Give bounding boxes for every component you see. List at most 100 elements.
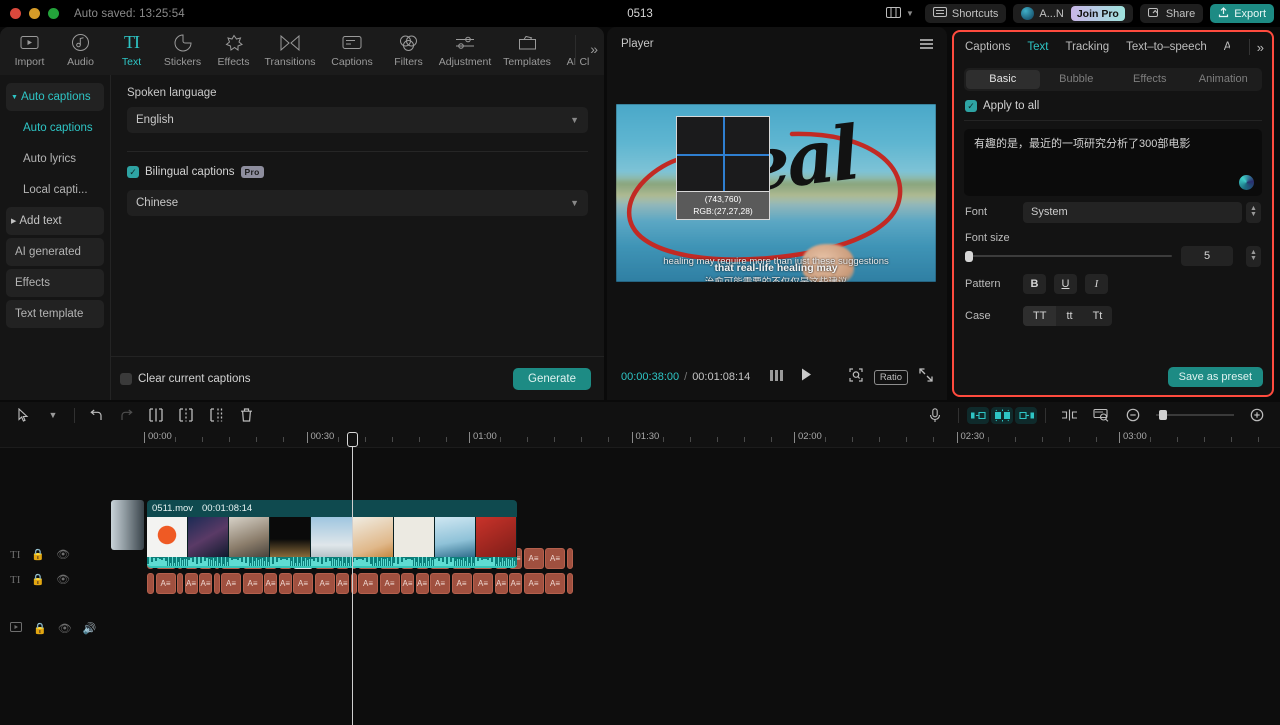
lock-icon[interactable]: 🔒 [31,573,45,586]
snapshot-icon[interactable] [849,368,863,387]
window-controls[interactable]: Auto saved: 13:25:54 [0,8,185,20]
playhead-handle[interactable] [347,432,358,447]
bilingual-captions-row[interactable]: ✓ Bilingual captions Pro [127,166,588,178]
case-titlecase-button[interactable]: Tt [1083,306,1113,326]
sidebar-item-effects[interactable]: Effects [6,269,104,297]
current-time[interactable]: 00:00:38:00 [621,371,679,383]
join-pro-badge[interactable]: Join Pro [1071,6,1125,21]
lock-icon[interactable]: 🔒 [33,622,47,635]
share-button[interactable]: Share [1140,4,1203,23]
caption-clip[interactable]: A≡ [279,573,292,594]
mode-transitions[interactable]: Transitions [259,27,321,68]
mode-captions[interactable]: Captions [321,27,383,68]
eye-icon[interactable]: 👁 [56,573,70,586]
close-window-button[interactable] [10,8,21,19]
caption-clip[interactable]: A≡ [545,573,565,594]
zoom-in-button[interactable] [1242,408,1272,422]
font-size-slider[interactable] [965,255,1172,257]
caption-clip[interactable] [214,573,220,594]
caption-clip[interactable] [567,573,573,594]
sidebar-item-auto-captions-group[interactable]: ▼ Auto captions [6,83,104,111]
ai-orb-icon[interactable] [1239,175,1254,190]
segment-animation[interactable]: Animation [1187,70,1261,89]
layout-button[interactable]: ▼ [882,4,918,23]
caption-clip[interactable]: A≡ [199,573,212,594]
mode-audio[interactable]: Audio [55,27,106,68]
caption-clip[interactable]: A≡ [243,573,263,594]
underline-button[interactable]: U [1054,274,1077,294]
save-as-preset-button[interactable]: Save as preset [1168,367,1263,387]
caption-clip[interactable]: A≡ [509,573,522,594]
font-size-stepper[interactable]: ▲▼ [1246,246,1261,267]
export-button[interactable]: Export [1210,4,1274,23]
tool-dropdown[interactable]: ▼ [38,410,68,420]
zoom-out-button[interactable] [1118,408,1148,422]
segment-effects[interactable]: Effects [1113,70,1187,89]
segment-bubble[interactable]: Bubble [1040,70,1114,89]
font-stepper[interactable]: ▲▼ [1246,202,1261,223]
caption-clip[interactable]: A≡ [380,573,400,594]
more-modes-button[interactable]: » [590,41,598,57]
spoken-language-select[interactable]: English ▼ [127,107,588,133]
generate-button[interactable]: Generate [513,368,591,390]
account-button[interactable]: A...N Join Pro [1013,4,1132,23]
caption-clip[interactable]: A≡ [473,573,493,594]
redo-button[interactable] [111,409,141,422]
slider-knob[interactable] [965,251,973,262]
caption-clip[interactable]: A≡ [524,573,544,594]
trim-left-button[interactable] [171,408,201,422]
play-icon[interactable] [801,368,812,386]
ratio-button[interactable]: Ratio [874,370,908,385]
caption-clip[interactable]: A≡ [358,573,378,594]
split-button[interactable] [141,408,171,422]
timeline-ruler[interactable]: 00:0000:3001:0001:3002:0002:3003:00 [0,428,1280,448]
hamburger-icon[interactable] [920,39,933,49]
sidebar-item-text-template[interactable]: Text template [6,300,104,328]
record-voiceover-button[interactable] [920,408,950,423]
apply-to-all-checkbox[interactable]: ✓ [965,100,977,112]
mode-stickers[interactable]: Stickers [157,27,208,68]
sidebar-item-add-text-group[interactable]: ▶ Add text [6,207,104,235]
maximize-window-button[interactable] [48,8,59,19]
caption-clip[interactable]: A≡ [264,573,277,594]
eye-icon[interactable]: 👁 [56,548,70,561]
speaker-icon[interactable]: 🔊 [83,622,97,635]
case-lowercase-button[interactable]: tt [1056,306,1082,326]
text-content-input[interactable]: 有趣的是，最近的一项研究分析了300部电影 [964,129,1262,196]
trim-right-button[interactable] [201,408,231,422]
font-select[interactable]: System [1023,202,1242,223]
mode-adjustment[interactable]: Adjustment [434,27,496,68]
tab-text[interactable]: Text [1027,41,1048,53]
shortcuts-button[interactable]: Shortcuts [925,4,1006,23]
lock-icon[interactable]: 🔒 [31,548,45,561]
sidebar-item-auto-lyrics[interactable]: Auto lyrics [6,145,104,173]
caption-clip[interactable] [147,573,154,594]
caption-clip[interactable]: A≡ [416,573,429,594]
bold-button[interactable]: B [1023,274,1046,294]
font-size-value[interactable]: 5 [1181,246,1233,266]
caption-clip[interactable]: A≡ [336,573,349,594]
eye-icon[interactable]: 👁 [58,622,72,635]
video-clip[interactable]: 0511.mov 00:01:08:14 [147,500,517,568]
caption-clip[interactable]: A≡ [495,573,508,594]
case-uppercase-button[interactable]: TT [1023,306,1056,326]
tab-captions[interactable]: Captions [965,41,1010,53]
caption-clip[interactable]: A≡ [221,573,241,594]
sidebar-item-ai-generated[interactable]: AI generated [6,238,104,266]
caption-clip[interactable]: A≡ [185,573,198,594]
marker-in-button[interactable] [967,407,989,424]
auto-cut-button[interactable] [991,407,1013,424]
mode-text[interactable]: TI Text [106,27,157,68]
bilingual-language-select[interactable]: Chinese ▼ [127,190,588,216]
tab-tracking[interactable]: Tracking [1065,41,1109,53]
caption-clip[interactable]: A≡ [401,573,414,594]
chevron-double-right-icon[interactable]: » [1257,40,1264,55]
caption-clip[interactable]: A≡ [430,573,450,594]
fullscreen-icon[interactable] [919,368,933,387]
caption-clip[interactable]: A≡ [293,573,313,594]
tab-animation-partial[interactable]: A [1224,41,1230,53]
caption-clip[interactable]: A≡ [524,548,544,569]
caption-clip[interactable] [177,573,183,594]
caption-clip[interactable] [567,548,573,569]
sidebar-item-auto-captions[interactable]: Auto captions [6,114,104,142]
